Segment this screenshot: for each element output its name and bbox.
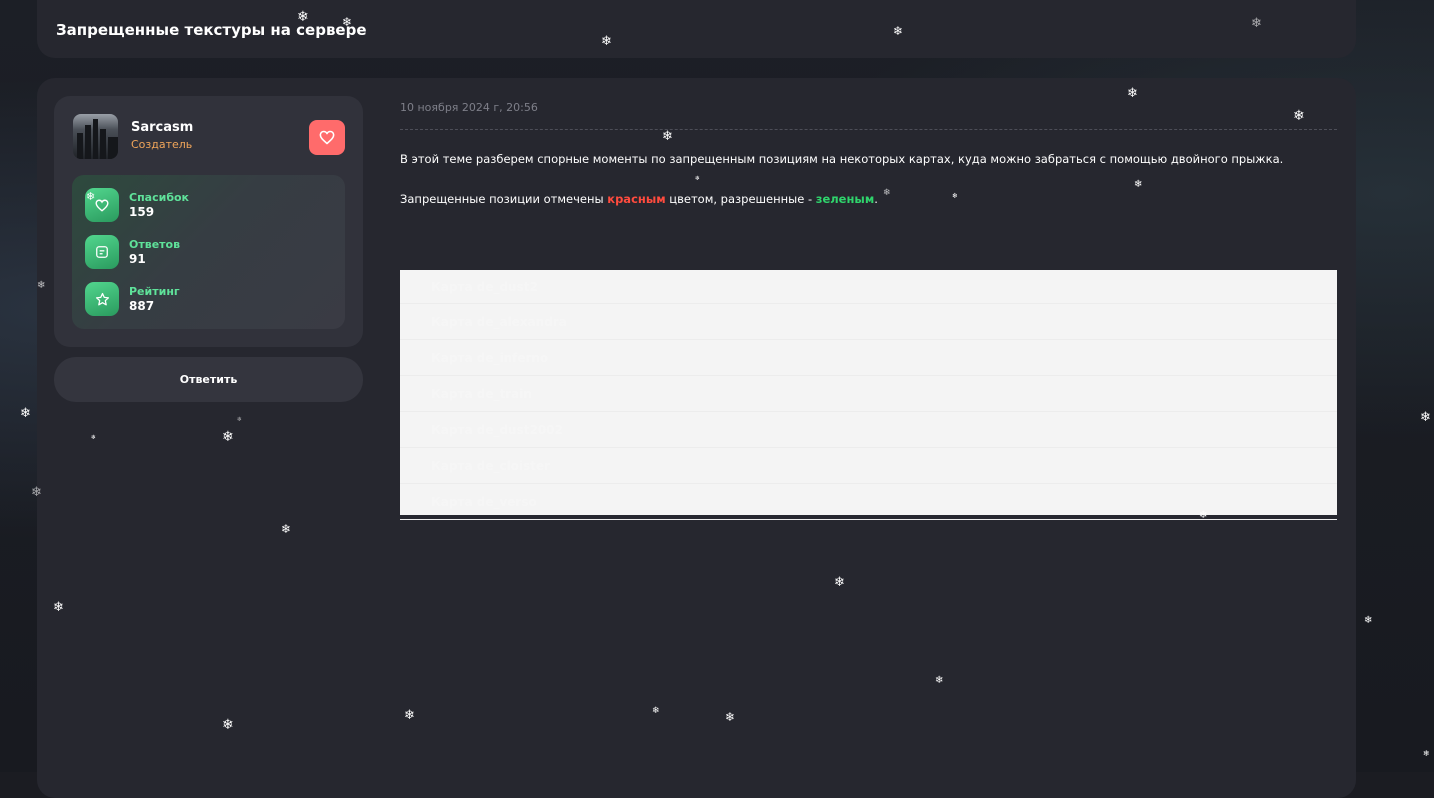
snowflake-icon: ❄: [297, 9, 309, 25]
stat-rating: Рейтинг 887: [85, 282, 180, 316]
text-segment: Запрещенные позиции отмечены: [400, 192, 608, 206]
spoiler-toggle[interactable]: Карта de_dust2002: [400, 412, 1337, 448]
snowflake-icon: ❄: [935, 675, 944, 686]
text-segment: .: [874, 192, 878, 206]
snowflake-icon: ❄: [1364, 615, 1373, 626]
spoiler-toggle[interactable]: Карта de_alexandra: [400, 304, 1337, 340]
stat-icon-box: [85, 235, 119, 269]
snowflake-icon: ❄: [883, 188, 891, 198]
stat-value: 91: [129, 252, 146, 266]
text-segment: цветом, разрешенные -: [665, 192, 816, 206]
reply-button[interactable]: Ответить: [54, 357, 363, 402]
snowflake-icon: ❄: [281, 522, 292, 536]
spoiler-toggle[interactable]: Карта de_verso: [400, 484, 1337, 520]
stat-label: Ответов: [129, 238, 181, 251]
snowflake-icon: ❄: [601, 34, 612, 49]
snowflake-icon: ❄: [1423, 749, 1430, 758]
stat-value: 887: [129, 299, 155, 313]
author-stats: Спасибок 159 Ответов 91 Рейтинг 887: [72, 175, 345, 329]
post-divider: [400, 129, 1337, 130]
author-name[interactable]: Sarcasm: [131, 120, 193, 135]
snowflake-icon: ❄: [1134, 179, 1143, 190]
snowflake-icon: ❄: [237, 416, 243, 423]
post-date[interactable]: 10 ноября 2024 г, 20:56: [400, 101, 538, 114]
stat-replies: Ответов 91: [85, 235, 180, 269]
spoiler-list: Карта de_dust2 Карта de_alexandra Карта …: [400, 270, 1337, 520]
avatar[interactable]: [73, 114, 118, 159]
snowflake-icon: ❄: [1251, 16, 1262, 31]
snowflake-icon: ❄: [222, 429, 234, 445]
heart-icon: [95, 199, 109, 212]
spoiler-toggle[interactable]: Карта de_inferno: [400, 340, 1337, 376]
stat-value: 159: [129, 205, 155, 219]
star-icon: [95, 292, 109, 305]
post-paragraph: Запрещенные позиции отмечены красным цве…: [400, 192, 878, 206]
snowflake-icon: ❄: [834, 575, 845, 590]
heart-icon: [319, 130, 335, 145]
snowflake-icon: ❄: [342, 15, 353, 29]
snowflake-icon: ❄: [31, 485, 42, 500]
snowflake-icon: ❄: [222, 717, 234, 733]
spoiler-toggle[interactable]: Карта de_train: [400, 376, 1337, 412]
snowflake-icon: ❄: [37, 280, 46, 291]
highlight-green: зеленым: [815, 192, 875, 206]
snowflake-icon: ❄: [91, 434, 97, 441]
snowflake-icon: ❄: [53, 600, 64, 615]
thread-title: Запрещенные текстуры на сервере: [56, 21, 367, 39]
stat-thanks: Спасибок 159: [85, 188, 189, 222]
highlight-red: красным: [607, 192, 666, 206]
snowflake-icon: ❄: [20, 406, 31, 421]
snowflake-icon: ❄: [662, 129, 673, 144]
post-paragraph: В этой теме разберем спорные моменты по …: [400, 152, 1284, 166]
like-button[interactable]: [309, 120, 345, 155]
author-role: Создатель: [131, 138, 193, 151]
snowflake-icon: ❄: [893, 24, 904, 38]
message-icon: [96, 246, 108, 258]
snowflake-icon: ❄: [725, 710, 736, 724]
snowflake-icon: ❄: [952, 192, 958, 200]
stat-icon-box: [85, 282, 119, 316]
snowflake-icon: ❄: [404, 708, 415, 723]
snowflake-icon: ❄: [86, 190, 96, 203]
stat-label: Спасибок: [129, 191, 190, 204]
snowflake-icon: ❄: [1199, 510, 1208, 521]
snowflake-icon: ❄: [652, 706, 660, 716]
snowflake-icon: ❄: [1293, 108, 1305, 124]
spoiler-toggle[interactable]: Карта de_cloister: [400, 448, 1337, 484]
stat-label: Рейтинг: [129, 285, 180, 298]
snowflake-icon: ❄: [1127, 86, 1138, 101]
spoiler-toggle[interactable]: Карта de_dust2: [400, 270, 1337, 304]
snowflake-icon: ❄: [695, 175, 701, 182]
snowflake-icon: ❄: [1420, 410, 1431, 425]
